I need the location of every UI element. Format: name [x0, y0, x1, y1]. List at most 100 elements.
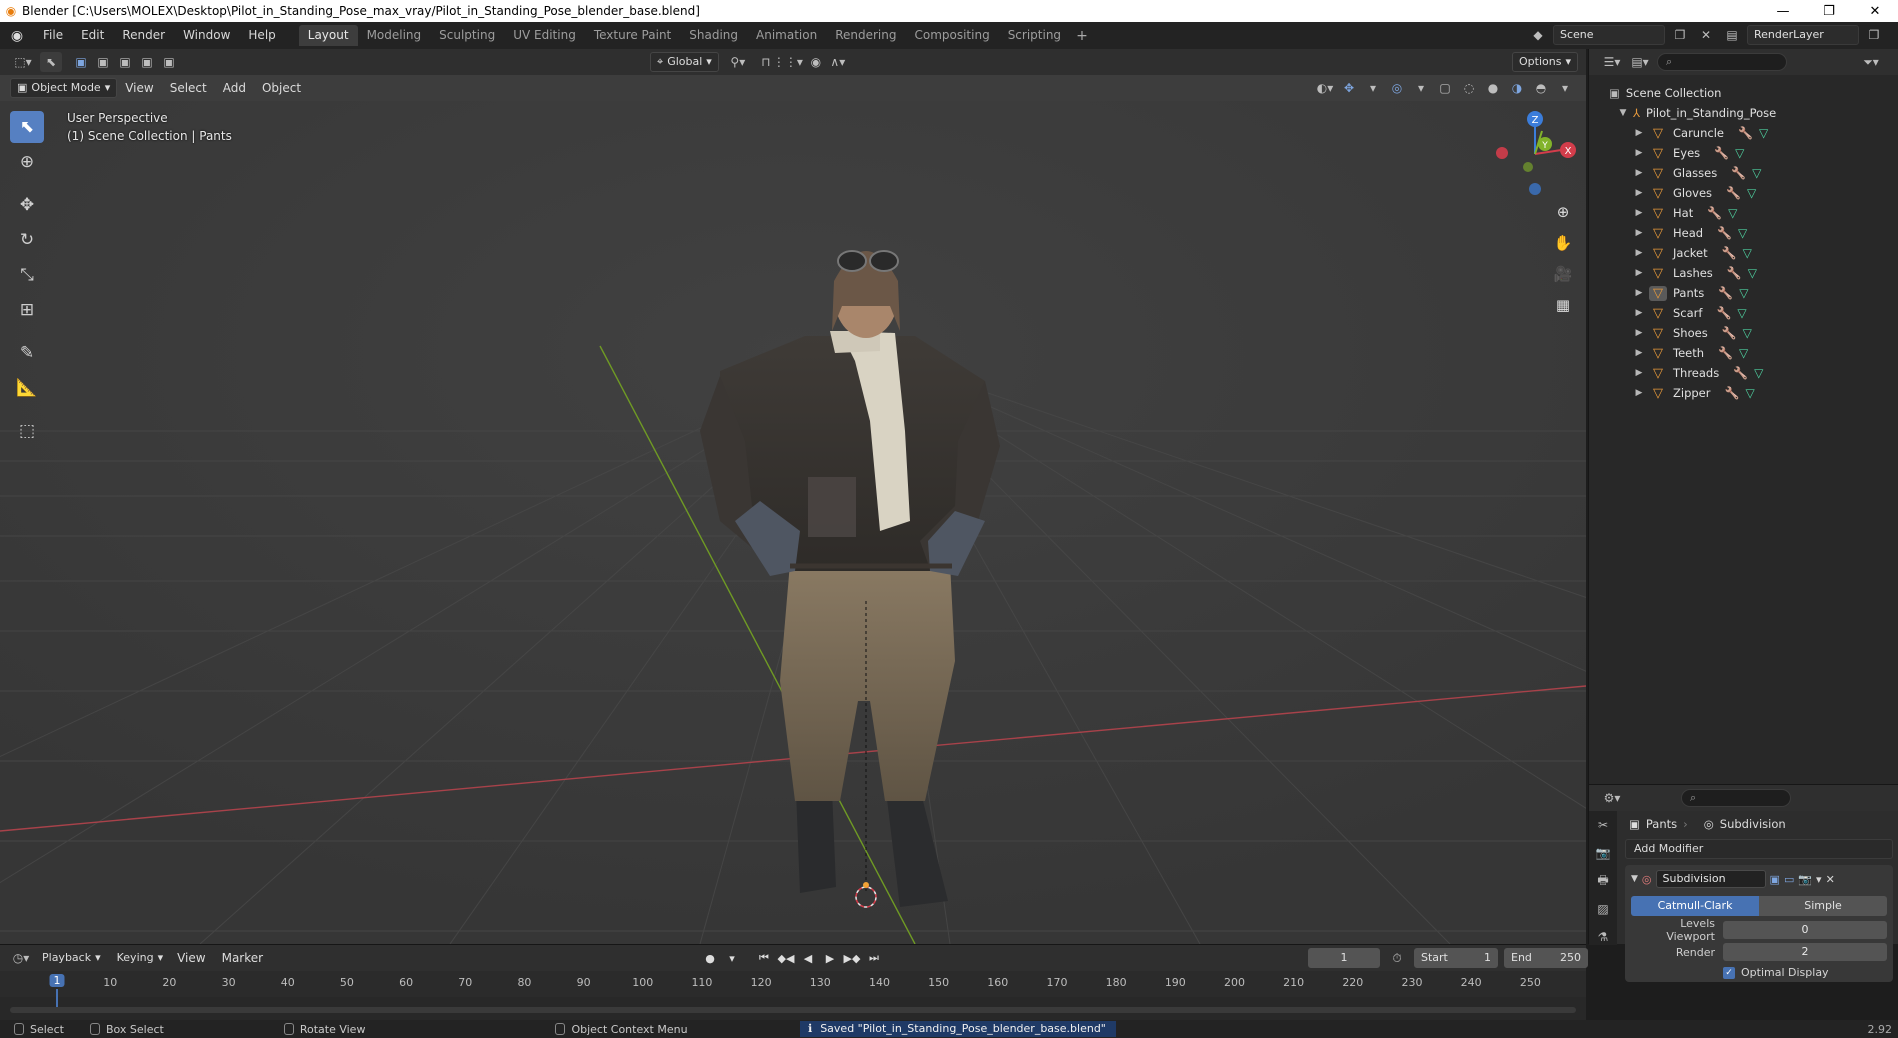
snap-target-icon[interactable]: ⋮⋮▾	[773, 52, 803, 72]
outliner-item-gloves[interactable]: ▶ ▽ Gloves 🔧 ▽	[1589, 183, 1898, 203]
outliner-item-eyes[interactable]: ▶ ▽ Eyes 🔧 ▽	[1589, 143, 1898, 163]
properties-editor-icon[interactable]: ⚙▾	[1601, 788, 1623, 808]
expand-triangle-icon[interactable]: ▼	[1617, 108, 1629, 118]
properties-search-input[interactable]: ⌕	[1681, 789, 1791, 807]
record-dropdown-icon[interactable]: ▾	[722, 948, 742, 968]
mesh-data-icon[interactable]: ▽	[1737, 306, 1746, 320]
modifier-wrench-icon[interactable]: 🔧	[1733, 366, 1748, 380]
edit-mode-toggle-icon[interactable]: ▣	[1770, 873, 1780, 886]
menu-help[interactable]: Help	[239, 22, 284, 49]
tab-layout[interactable]: Layout	[298, 25, 358, 46]
modifier-wrench-icon[interactable]: 🔧	[1718, 286, 1733, 300]
outliner-parent-object[interactable]: ▼ ⅄ Pilot_in_Standing_Pose	[1589, 103, 1898, 123]
shading-solid-icon[interactable]: ●	[1482, 78, 1504, 98]
remove-modifier-icon[interactable]: ✕	[1826, 873, 1835, 886]
render-toggle-icon[interactable]: 📷	[1798, 873, 1812, 886]
filter-icon[interactable]: ⏷▾	[1860, 52, 1882, 72]
navigation-gizmo[interactable]: Z X Y	[1490, 109, 1580, 199]
tab-shading[interactable]: Shading	[680, 25, 747, 46]
playback-menu[interactable]: Playback ▾	[36, 948, 107, 968]
shading-dropdown-icon[interactable]: ▾	[1554, 78, 1576, 98]
expand-triangle-icon[interactable]: ▶	[1633, 268, 1645, 278]
tab-modeling[interactable]: Modeling	[358, 25, 431, 46]
selection-mode-subtract-icon[interactable]: ▣	[114, 52, 136, 72]
modifier-wrench-icon[interactable]: 🔧	[1716, 306, 1731, 320]
delete-scene-icon[interactable]: ✕	[1695, 25, 1717, 45]
editor-type-icon[interactable]: ⬚▾	[12, 52, 34, 72]
subdivision-type-simple[interactable]: Simple	[1759, 896, 1887, 916]
modifier-name-field[interactable]: Subdivision	[1655, 870, 1766, 888]
outliner-scene-collection[interactable]: ▣ Scene Collection	[1589, 83, 1898, 103]
transform-orientation-dropdown[interactable]: ⌖ Global ▾	[650, 52, 719, 72]
new-layer-icon[interactable]: ❐	[1863, 25, 1885, 45]
mesh-data-icon[interactable]: ▽	[1745, 386, 1754, 400]
outliner-item-pants[interactable]: ▶ ▽ Pants 🔧 ▽	[1589, 283, 1898, 303]
modifier-wrench-icon[interactable]: 🔧	[1726, 186, 1741, 200]
jump-end-icon[interactable]: ⏭	[864, 948, 884, 968]
overlay-icon[interactable]: ◎	[1386, 78, 1408, 98]
outliner-item-lashes[interactable]: ▶ ▽ Lashes 🔧 ▽	[1589, 263, 1898, 283]
expand-triangle-icon[interactable]: ▶	[1633, 348, 1645, 358]
jump-start-icon[interactable]: ⏮	[754, 948, 774, 968]
end-frame-field[interactable]: End 250	[1504, 948, 1588, 968]
expand-triangle-icon[interactable]: ▶	[1633, 128, 1645, 138]
outliner-item-shoes[interactable]: ▶ ▽ Shoes 🔧 ▽	[1589, 323, 1898, 343]
display-mode-icon[interactable]: ▤▾	[1629, 52, 1651, 72]
rotate-tool-icon[interactable]: ↻	[10, 224, 44, 256]
outliner-item-zipper[interactable]: ▶ ▽ Zipper 🔧 ▽	[1589, 383, 1898, 403]
close-icon[interactable]: ✕	[1852, 4, 1898, 19]
tab-sculpting[interactable]: Sculpting	[430, 25, 504, 46]
mesh-data-icon[interactable]: ▽	[1759, 126, 1768, 140]
xray-icon[interactable]: ▢	[1434, 78, 1456, 98]
timeline-scrollbar[interactable]	[10, 1007, 1576, 1013]
outliner-item-glasses[interactable]: ▶ ▽ Glasses 🔧 ▽	[1589, 163, 1898, 183]
tab-animation[interactable]: Animation	[747, 25, 826, 46]
shading-material-icon[interactable]: ◑	[1506, 78, 1528, 98]
expand-triangle-icon[interactable]: ▶	[1633, 308, 1645, 318]
move-tool-icon[interactable]: ✥	[10, 189, 44, 221]
measure-tool-icon[interactable]: 📐	[10, 372, 44, 404]
outliner-item-jacket[interactable]: ▶ ▽ Jacket 🔧 ▽	[1589, 243, 1898, 263]
tab-texture-paint[interactable]: Texture Paint	[585, 25, 680, 46]
mesh-data-icon[interactable]: ▽	[1743, 326, 1752, 340]
tool-tab-icon[interactable]: ✂	[1589, 811, 1617, 839]
modifier-wrench-icon[interactable]: 🔧	[1722, 326, 1737, 340]
shading-rendered-icon[interactable]: ◓	[1530, 78, 1552, 98]
modifier-wrench-icon[interactable]: 🔧	[1714, 146, 1729, 160]
visibility-icon[interactable]: ◐▾	[1314, 78, 1336, 98]
selection-mode-extend-icon[interactable]: ▣	[92, 52, 114, 72]
scene-tab-icon[interactable]: ⚗	[1589, 923, 1617, 951]
subdivision-type-catmull-clark[interactable]: Catmull-Clark	[1631, 896, 1759, 916]
add-cube-tool-icon[interactable]: ⬚	[10, 415, 44, 447]
mesh-data-icon[interactable]: ▽	[1743, 246, 1752, 260]
gizmo-dropdown-icon[interactable]: ▾	[1362, 78, 1384, 98]
menu-view[interactable]: View	[117, 81, 161, 95]
modifier-menu-icon[interactable]: ▾	[1816, 873, 1822, 886]
record-icon[interactable]: ●	[700, 948, 720, 968]
transform-tool-icon[interactable]: ⊞	[10, 294, 44, 326]
menu-edit[interactable]: Edit	[72, 22, 113, 49]
mesh-data-icon[interactable]: ▽	[1735, 146, 1744, 160]
gizmo-icon[interactable]: ✥	[1338, 78, 1360, 98]
prev-keyframe-icon[interactable]: ◆◀	[776, 948, 796, 968]
shading-wireframe-icon[interactable]: ◌	[1458, 78, 1480, 98]
overlay-dropdown-icon[interactable]: ▾	[1410, 78, 1432, 98]
output-tab-icon[interactable]: 🖶	[1589, 867, 1617, 895]
levels-viewport-field[interactable]: 0	[1723, 921, 1887, 939]
viewport-toggle-icon[interactable]: ▭	[1784, 873, 1794, 886]
expand-triangle-icon[interactable]: ▶	[1633, 188, 1645, 198]
mesh-data-icon[interactable]: ▽	[1739, 346, 1748, 360]
expand-triangle-icon[interactable]: ▶	[1633, 288, 1645, 298]
play-reverse-icon[interactable]: ◀	[798, 948, 818, 968]
pan-hand-icon[interactable]: ✋	[1550, 230, 1576, 256]
expand-triangle-icon[interactable]: ▶	[1633, 148, 1645, 158]
modifier-wrench-icon[interactable]: 🔧	[1717, 226, 1732, 240]
mesh-data-icon[interactable]: ▽	[1738, 226, 1747, 240]
stopwatch-icon[interactable]: ⏱	[1386, 948, 1408, 968]
expand-triangle-icon[interactable]: ▶	[1633, 368, 1645, 378]
select-box-tool-icon[interactable]: ⬉	[10, 111, 44, 143]
selection-mode-intersect-icon[interactable]: ▣	[158, 52, 180, 72]
menu-select[interactable]: Select	[162, 81, 215, 95]
tab-uv-editing[interactable]: UV Editing	[504, 25, 585, 46]
outliner-search-input[interactable]: ⌕	[1657, 53, 1787, 71]
